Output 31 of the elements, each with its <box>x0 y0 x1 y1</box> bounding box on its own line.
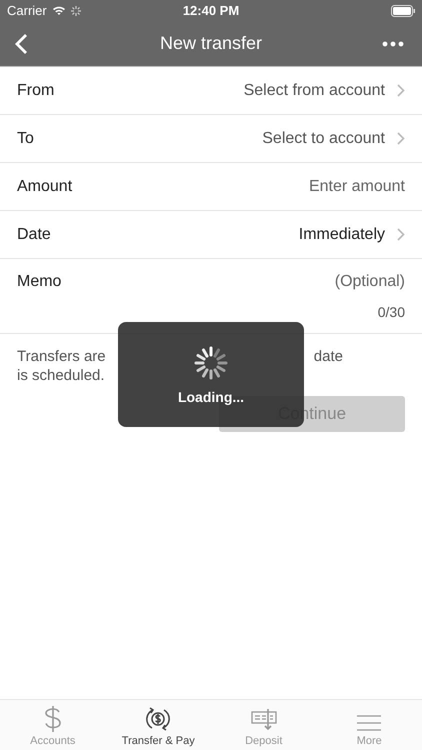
input-field[interactable]: (Optional) <box>205 272 405 290</box>
input-field[interactable]: Enter amount <box>205 178 405 196</box>
chevron-icon <box>397 84 405 97</box>
character-counter: 0/30 <box>376 304 405 322</box>
field-label: Amount <box>17 178 72 196</box>
account-picker[interactable]: Select to account <box>262 130 385 148</box>
clock-time: 12:40 PM <box>182 3 240 18</box>
field-label: From <box>17 82 54 100</box>
more-icon[interactable] <box>382 40 404 46</box>
info-text: is scheduled. <box>17 366 105 385</box>
back-icon[interactable] <box>14 32 28 54</box>
screen-title: New transfer <box>160 33 262 54</box>
battery-icon <box>391 4 415 16</box>
menu-icon <box>356 713 382 733</box>
activity-icon <box>70 6 81 16</box>
info-text: Transfers are <box>17 347 106 366</box>
field-label: Date <box>17 226 51 244</box>
account-picker[interactable]: Immediately <box>298 226 385 244</box>
info-text: date <box>314 347 343 366</box>
chevron-icon <box>397 228 405 241</box>
chevron-icon <box>397 132 405 145</box>
field-label: Memo <box>17 272 62 290</box>
loading-text: Loading... <box>178 388 244 404</box>
dollar-icon <box>42 705 63 733</box>
account-picker[interactable]: Select from account <box>244 82 385 100</box>
transfer-icon <box>144 705 172 733</box>
tab[interactable]: Transfer & Pay <box>106 700 211 750</box>
wifi-icon <box>52 5 66 16</box>
field-label: To <box>17 130 34 148</box>
carrier-label: Carrier <box>7 3 47 18</box>
spinner-icon <box>193 344 229 380</box>
